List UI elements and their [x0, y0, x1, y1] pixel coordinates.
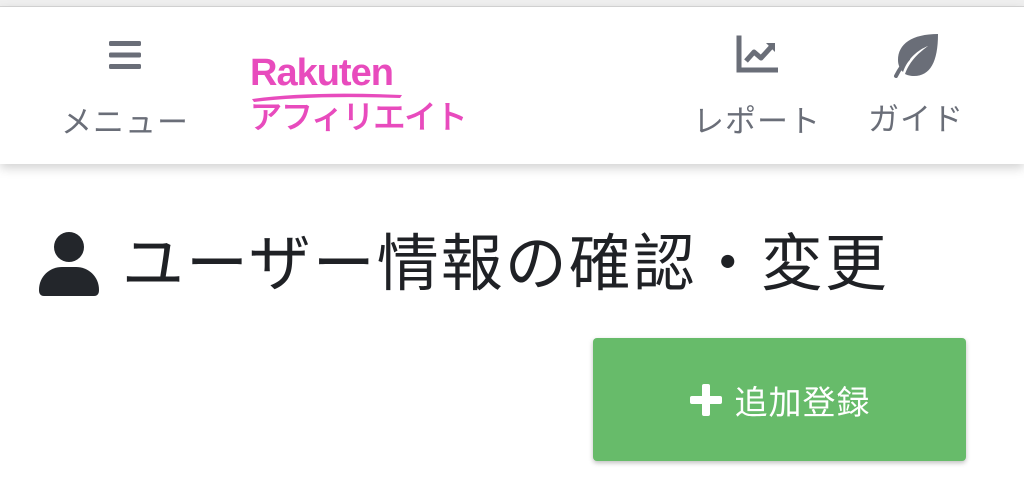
page-title: ユーザー情報の確認・変更: [122, 227, 889, 300]
rakuten-affiliate-logo[interactable]: Rakuten アフィリエイト: [250, 51, 467, 143]
plus-icon: [689, 383, 722, 416]
menu-label: メニュー: [61, 105, 189, 141]
menu-button[interactable]: メニュー: [52, 37, 198, 143]
guide-label: ガイド: [868, 102, 964, 138]
report-label: レポート: [693, 104, 821, 140]
add-registration-label: 追加登録: [734, 382, 871, 422]
chart-icon: [736, 35, 778, 73]
app-header: メニュー Rakuten アフィリエイト レポート ガイド: [0, 7, 1024, 164]
leaf-icon: [894, 34, 938, 78]
page: メニュー Rakuten アフィリエイト レポート ガイド ユーザー情報の確認・…: [0, 0, 1024, 501]
logo-sub-text: アフィリエイト: [250, 98, 467, 136]
top-border: [0, 0, 1024, 7]
hamburger-icon: [109, 41, 141, 69]
user-icon: [39, 232, 99, 296]
add-registration-button[interactable]: 追加登録: [593, 338, 966, 461]
guide-button[interactable]: ガイド: [858, 32, 974, 140]
page-title-row: ユーザー情報の確認・変更: [38, 226, 889, 302]
report-button[interactable]: レポート: [684, 35, 830, 142]
